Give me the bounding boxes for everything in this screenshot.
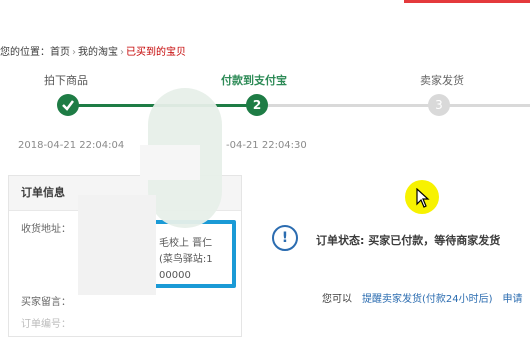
breadcrumb-separator: › [72,47,76,58]
address-highlight-box [150,220,236,288]
progress-track-pending [258,104,530,107]
buyer-message-label: 买家留言： [21,297,71,308]
step-1-check-icon [57,94,79,116]
mouse-pointer-icon [416,188,430,208]
step-1-time: 2018-04-21 22:04:04 [18,140,125,151]
step-label-paid: 付款到支付宝 [221,74,287,87]
apply-link[interactable]: 申请 [503,294,523,305]
step-3-marker: 3 [428,94,450,116]
breadcrumb-mytaobao-link[interactable]: 我的淘宝 [78,47,118,58]
order-status-text: 订单状态: 买家已付款，等待商家发货 [316,234,501,247]
actions-prompt: 您可以 [322,294,352,305]
step-2-time: -04-21 22:04:30 [226,140,307,151]
step-2-marker: 2 [246,94,268,116]
remind-seller-link[interactable]: 提醒卖家发货(付款24小时后) [362,294,493,305]
info-alert-icon: ! [272,225,298,251]
breadcrumb-home-link[interactable]: 首页 [50,47,70,58]
breadcrumb-prefix: 您的位置： [0,47,50,58]
top-red-button-edge[interactable] [404,0,530,3]
redaction-blur [140,145,200,180]
breadcrumb-current[interactable]: 已买到的宝贝 [126,47,186,58]
order-number-label: 订单编号： [21,319,71,330]
redaction-blur [78,195,156,295]
breadcrumb-separator: › [120,47,124,58]
order-actions: 您可以 提醒卖家发货(付款24小时后) 申请 [322,290,523,305]
step-label-shipped: 卖家发货 [420,74,464,87]
address-label: 收货地址： [21,224,71,235]
breadcrumb: 您的位置：首页 › 我的淘宝 › 已买到的宝贝 [0,43,186,58]
step-label-placed: 拍下商品 [44,74,88,87]
